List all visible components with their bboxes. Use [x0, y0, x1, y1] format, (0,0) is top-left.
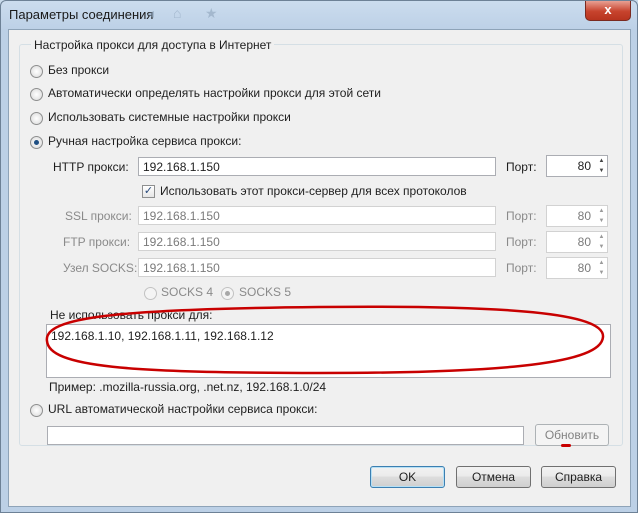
- radio-system-proxy-label[interactable]: Использовать системные настройки прокси: [48, 110, 291, 124]
- radio-auto-detect-label[interactable]: Автоматически определять настройки прокс…: [48, 86, 381, 100]
- socks-port-input[interactable]: 80 ▲ ▼: [546, 257, 608, 279]
- dialog-window: Параметры соединения ◂ ⌂ ★ x Настройка п…: [0, 0, 638, 513]
- close-icon: x: [604, 2, 612, 17]
- ftp-port-input[interactable]: 80 ▲ ▼: [546, 231, 608, 253]
- radio-auto-config-url-label[interactable]: URL автоматической настройки сервиса про…: [48, 402, 317, 416]
- spinner-icon[interactable]: ▲ ▼: [596, 232, 607, 252]
- radio-manual-proxy-label[interactable]: Ручная настройка сервиса прокси:: [48, 134, 241, 148]
- window-title: Параметры соединения: [9, 7, 154, 22]
- cancel-button[interactable]: Отмена: [456, 466, 531, 488]
- group-legend: Настройка прокси для доступа в Интернет: [31, 38, 275, 52]
- background-back-icon: ◂: [147, 5, 155, 21]
- ssl-port-value: 80: [577, 209, 591, 223]
- help-button[interactable]: Справка: [541, 466, 616, 488]
- radio-no-proxy[interactable]: [30, 65, 43, 78]
- ssl-proxy-input[interactable]: 192.168.1.150: [138, 206, 496, 225]
- socks-port-value: 80: [577, 261, 591, 275]
- background-star-icon: ★: [205, 5, 218, 21]
- radio-socks4[interactable]: [144, 287, 157, 300]
- http-proxy-label: HTTP прокси:: [53, 160, 129, 174]
- spinner-icon[interactable]: ▲ ▼: [596, 258, 607, 278]
- http-proxy-input[interactable]: 192.168.1.150: [138, 157, 496, 176]
- ftp-port-label: Порт:: [506, 235, 537, 249]
- use-for-all-label[interactable]: Использовать этот прокси-сервер для всех…: [160, 184, 467, 198]
- dialog-content: Настройка прокси для доступа в Интернет …: [8, 29, 631, 507]
- auto-config-url-input[interactable]: [47, 426, 524, 445]
- annotation-oval: [45, 305, 605, 375]
- reload-button[interactable]: Обновить: [535, 424, 609, 446]
- ssl-proxy-label: SSL прокси:: [65, 209, 132, 223]
- ssl-port-label: Порт:: [506, 209, 537, 223]
- socks-port-label: Порт:: [506, 261, 537, 275]
- socks-host-input[interactable]: 192.168.1.150: [138, 258, 496, 277]
- ssl-port-input[interactable]: 80 ▲ ▼: [546, 205, 608, 227]
- radio-socks5-label[interactable]: SOCKS 5: [239, 285, 291, 299]
- radio-socks4-label[interactable]: SOCKS 4: [161, 285, 213, 299]
- radio-manual-proxy[interactable]: [30, 136, 43, 149]
- socks-host-label: Узел SOCKS:: [63, 261, 138, 275]
- ftp-proxy-input[interactable]: 192.168.1.150: [138, 232, 496, 251]
- title-bar[interactable]: Параметры соединения ◂ ⌂ ★ x: [1, 1, 637, 29]
- spinner-icon[interactable]: ▲ ▼: [596, 156, 607, 176]
- radio-auto-config-url[interactable]: [30, 404, 43, 417]
- close-button[interactable]: x: [585, 1, 631, 21]
- http-port-value: 80: [577, 159, 591, 173]
- radio-no-proxy-label[interactable]: Без прокси: [48, 63, 109, 77]
- radio-system-proxy[interactable]: [30, 112, 43, 125]
- no-proxy-example: Пример: .mozilla-russia.org, .net.nz, 19…: [49, 380, 327, 394]
- ftp-port-value: 80: [577, 235, 591, 249]
- background-home-icon: ⌂: [173, 5, 182, 21]
- radio-auto-detect[interactable]: [30, 88, 43, 101]
- ftp-proxy-label: FTP прокси:: [63, 235, 131, 249]
- checkbox-icon: ✓: [143, 185, 154, 197]
- use-for-all-checkbox[interactable]: ✓: [142, 185, 155, 198]
- spinner-icon[interactable]: ▲ ▼: [596, 206, 607, 226]
- ok-button[interactable]: OK: [370, 466, 445, 488]
- http-port-input[interactable]: 80 ▲ ▼: [546, 155, 608, 177]
- http-port-label: Порт:: [506, 160, 537, 174]
- radio-socks5[interactable]: [221, 287, 234, 300]
- annotation-underline: [561, 444, 571, 447]
